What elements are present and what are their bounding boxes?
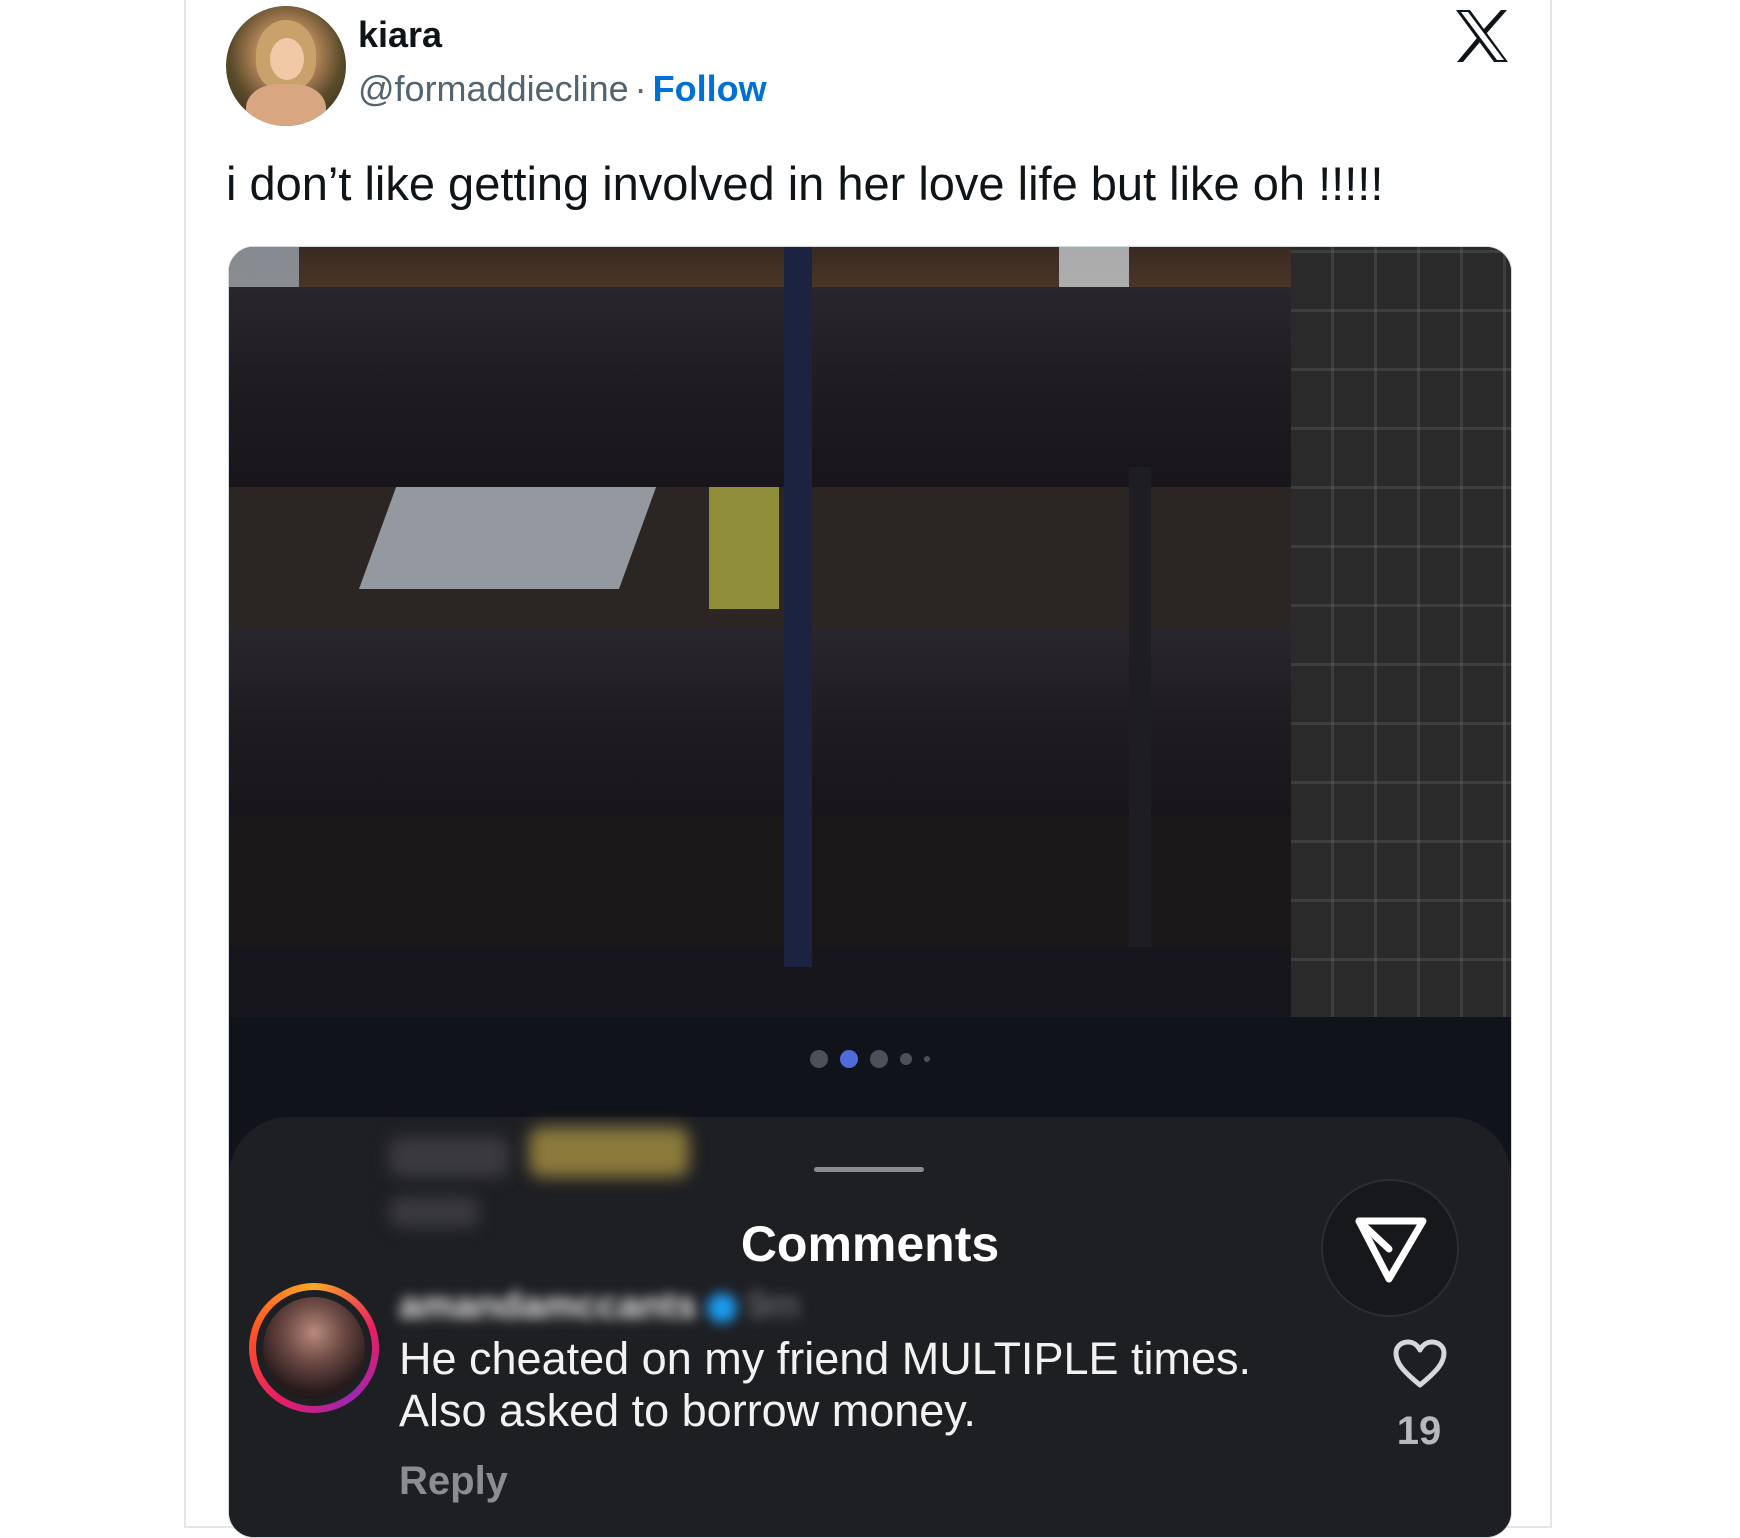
verified-badge-icon [706, 1292, 737, 1323]
commenter-username-row: amandamccants 9m [399, 1285, 800, 1328]
comment-text-line: He cheated on my friend MULTIPLE times. [399, 1333, 1252, 1384]
carousel-dots [229, 1047, 1511, 1071]
carousel-dot[interactable] [810, 1050, 828, 1068]
sheet-drag-handle[interactable] [814, 1167, 924, 1172]
carousel-dot[interactable] [924, 1056, 930, 1062]
tweet-text: i don’t like getting involved in her lov… [226, 157, 1384, 210]
tweet-card: kiara @formaddiecline · Follow i don’t lik… [184, 0, 1552, 1538]
send-button[interactable] [1321, 1179, 1459, 1317]
follow-button[interactable]: Follow [653, 68, 767, 109]
carousel-dot[interactable] [900, 1053, 912, 1065]
post-photo [229, 247, 1511, 1017]
reply-button[interactable]: Reply [399, 1459, 508, 1504]
comment-time: 9m [746, 1285, 800, 1327]
author-avatar[interactable] [226, 6, 346, 126]
carousel-dot[interactable] [870, 1050, 888, 1068]
blurred-obscured-area [389, 1137, 509, 1177]
comment-text-line: Also asked to borrow money. [399, 1385, 976, 1436]
handle-row: @formaddiecline · Follow [358, 68, 767, 110]
comments-title: Comments [740, 1216, 1000, 1272]
author-handle[interactable]: @formaddiecline [358, 68, 629, 109]
carousel-dot-active[interactable] [840, 1050, 858, 1068]
tweet-media[interactable]: Comments amandamccants 9m He cheated on m… [228, 246, 1512, 1538]
send-icon [1355, 1217, 1427, 1283]
like-count: 19 [1396, 1409, 1442, 1453]
commenter-username[interactable]: amandamccants [399, 1285, 697, 1327]
comment-text: He cheated on my friend MULTIPLE times. … [399, 1333, 1319, 1437]
separator-dot: · [634, 68, 647, 109]
x-logo-icon[interactable] [1452, 8, 1512, 64]
heart-icon[interactable] [1393, 1339, 1447, 1389]
commenter-avatar[interactable] [249, 1283, 379, 1413]
author-name[interactable]: kiara [358, 14, 442, 56]
blurred-obscured-area [529, 1127, 689, 1177]
comments-sheet: Comments amandamccants 9m He cheated on m… [229, 1117, 1511, 1537]
